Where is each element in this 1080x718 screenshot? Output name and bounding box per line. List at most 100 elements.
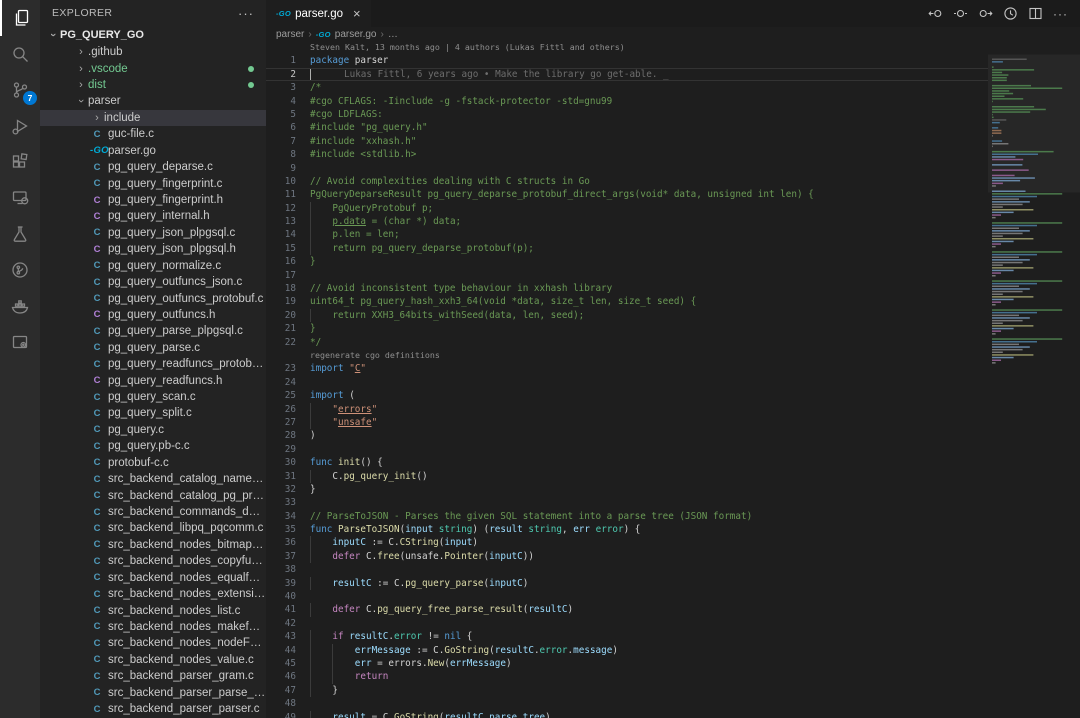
code-line-49[interactable]: 49 result = C.GoString(resultC.parse_tre…: [266, 711, 988, 718]
next-change-icon[interactable]: [978, 6, 993, 21]
codelens[interactable]: Steven Kalt, 13 months ago | 4 authors (…: [266, 41, 988, 54]
tree-item-protobuf-c-c[interactable]: Cprotobuf-c.c: [40, 455, 266, 471]
code-line-10[interactable]: 10// Avoid complexities dealing with C s…: [266, 175, 988, 188]
tree-item--github[interactable]: ›.github: [40, 44, 266, 60]
code-line-32[interactable]: 32}: [266, 483, 988, 496]
tree-item-parser-go[interactable]: -GOparser.go: [40, 143, 266, 159]
minimap[interactable]: [988, 41, 1080, 718]
tree-item--vscode[interactable]: ›.vscode: [40, 60, 266, 76]
remote-explorer-icon[interactable]: [0, 180, 40, 216]
code-line-47[interactable]: 47 }: [266, 684, 988, 697]
code-line-3[interactable]: 3/*: [266, 81, 988, 94]
tree-item-pg-query-pb-c-c[interactable]: Cpg_query.pb-c.c: [40, 438, 266, 454]
code-line-29[interactable]: 29: [266, 443, 988, 456]
code-line-28[interactable]: 28): [266, 429, 988, 442]
tree-item-pg-query-parse-c[interactable]: Cpg_query_parse.c: [40, 340, 266, 356]
source-control-icon[interactable]: 7: [0, 72, 40, 108]
code-line-19[interactable]: 19uint64_t pg_query_hash_xxh3_64(void *d…: [266, 295, 988, 308]
tree-item-src-backend-catalog-namespace-c[interactable]: Csrc_backend_catalog_namespace.c: [40, 471, 266, 487]
breadcrumb-folder[interactable]: parser: [276, 29, 304, 40]
tree-item-src-backend-nodes-list-c[interactable]: Csrc_backend_nodes_list.c: [40, 602, 266, 618]
tree-item-pg-query-outfuncs-h[interactable]: Cpg_query_outfuncs.h: [40, 307, 266, 323]
code-line-26[interactable]: 26 "errors": [266, 403, 988, 416]
gitlens-icon[interactable]: [0, 252, 40, 288]
code-line-34[interactable]: 34// ParseToJSON - Parses the given SQL …: [266, 510, 988, 523]
code-line-4[interactable]: 4#cgo CFLAGS: -Iinclude -g -fstack-prote…: [266, 95, 988, 108]
code-line-5[interactable]: 5#cgo LDFLAGS:: [266, 108, 988, 121]
search-icon[interactable]: [0, 36, 40, 72]
tree-item-pg-query-outfuncs-json-c[interactable]: Cpg_query_outfuncs_json.c: [40, 274, 266, 290]
code-line-45[interactable]: 45 err = errors.New(errMessage): [266, 657, 988, 670]
tree-item-src-backend-nodes-bitmapset-c[interactable]: Csrc_backend_nodes_bitmapset.c: [40, 537, 266, 553]
tree-item-src-backend-nodes-copyfuncs-c[interactable]: Csrc_backend_nodes_copyfuncs.c: [40, 553, 266, 569]
tree-item-pg-query-outfuncs-protobuf-c[interactable]: Cpg_query_outfuncs_protobuf.c: [40, 290, 266, 306]
code-line-22[interactable]: 22*/: [266, 336, 988, 349]
tree-item-src-backend-parser-parser-c[interactable]: Csrc_backend_parser_parser.c: [40, 701, 266, 717]
tree-item-pg-query-readfuncs-protobuf-c[interactable]: Cpg_query_readfuncs_protobuf.c: [40, 356, 266, 372]
code-line-21[interactable]: 21}: [266, 322, 988, 335]
code-line-46[interactable]: 46 return: [266, 670, 988, 683]
tree-item-src-backend-nodes-extensible-c[interactable]: Csrc_backend_nodes_extensible.c: [40, 586, 266, 602]
tree-item-guc-file-c[interactable]: Cguc-file.c: [40, 126, 266, 142]
tree-item-pg-query-deparse-c[interactable]: Cpg_query_deparse.c: [40, 159, 266, 175]
close-tab-icon[interactable]: ×: [353, 6, 361, 21]
tree-item-pg-query-fingerprint-c[interactable]: Cpg_query_fingerprint.c: [40, 175, 266, 191]
tree-item-include[interactable]: ›include: [40, 110, 266, 126]
tree-item-dist[interactable]: ›dist: [40, 77, 266, 93]
code-line-6[interactable]: 6#include "pg_query.h": [266, 121, 988, 134]
tree-item-pg-query-c[interactable]: Cpg_query.c: [40, 422, 266, 438]
tree-item-pg-query-split-c[interactable]: Cpg_query_split.c: [40, 405, 266, 421]
code-line-17[interactable]: 17: [266, 269, 988, 282]
tree-item-pg-query-json-plpgsql-c[interactable]: Cpg_query_json_plpgsql.c: [40, 225, 266, 241]
breadcrumb-file[interactable]: parser.go: [335, 29, 377, 40]
tree-root-pg-query-go[interactable]: › PG_QUERY_GO: [40, 26, 266, 44]
code-line-38[interactable]: 38: [266, 563, 988, 576]
file-history-icon[interactable]: [1003, 6, 1018, 21]
code-line-25[interactable]: 25import (: [266, 389, 988, 402]
code-line-11[interactable]: 11PgQueryDeparseResult pg_query_deparse_…: [266, 188, 988, 201]
code-line-37[interactable]: 37 defer C.free(unsafe.Pointer(inputC)): [266, 550, 988, 563]
extensions-icon[interactable]: [0, 144, 40, 180]
code-line-13[interactable]: 13 p.data = (char *) data;: [266, 215, 988, 228]
code-line-20[interactable]: 20 return XXH3_64bits_withSeed(data, len…: [266, 309, 988, 322]
tree-item-src-backend-parser-parse-expr-c[interactable]: Csrc_backend_parser_parse_expr.c: [40, 684, 266, 700]
split-editor-icon[interactable]: [1028, 6, 1043, 21]
tree-item-src-backend-catalog-pg-proc-c[interactable]: Csrc_backend_catalog_pg_proc.c: [40, 487, 266, 503]
code-line-9[interactable]: 9: [266, 162, 988, 175]
tree-item-src-backend-nodes-nodefuncs-c[interactable]: Csrc_backend_nodes_nodeFuncs.c: [40, 635, 266, 651]
previous-change-icon[interactable]: [928, 6, 943, 21]
explorer-icon[interactable]: [0, 0, 40, 36]
more-actions-icon[interactable]: ···: [1053, 7, 1068, 21]
code-line-44[interactable]: 44 errMessage := C.GoString(resultC.erro…: [266, 644, 988, 657]
code-line-30[interactable]: 30func init() {: [266, 456, 988, 469]
tree-item-pg-query-parse-plpgsql-c[interactable]: Cpg_query_parse_plpgsql.c: [40, 323, 266, 339]
tree-item-pg-query-fingerprint-h[interactable]: Cpg_query_fingerprint.h: [40, 192, 266, 208]
code-line-14[interactable]: 14 p.len = len;: [266, 228, 988, 241]
code-line-23[interactable]: 23import "C": [266, 362, 988, 375]
code-line-31[interactable]: 31 C.pg_query_init(): [266, 470, 988, 483]
code-line-27[interactable]: 27 "unsafe": [266, 416, 988, 429]
code-line-2[interactable]: 2Lukas Fittl, 6 years ago • Make the lib…: [266, 68, 988, 81]
code-line-42[interactable]: 42: [266, 617, 988, 630]
tree-item-src-backend-libpq-pqcomm-c[interactable]: Csrc_backend_libpq_pqcomm.c: [40, 520, 266, 536]
codelens[interactable]: regenerate cgo definitions: [266, 349, 988, 362]
code-line-7[interactable]: 7#include "xxhash.h": [266, 135, 988, 148]
dev-containers-icon[interactable]: [0, 324, 40, 360]
tree-item-pg-query-readfuncs-h[interactable]: Cpg_query_readfuncs.h: [40, 372, 266, 388]
run-and-debug-icon[interactable]: [0, 108, 40, 144]
tree-item-pg-query-scan-c[interactable]: Cpg_query_scan.c: [40, 389, 266, 405]
tree-item-pg-query-normalize-c[interactable]: Cpg_query_normalize.c: [40, 257, 266, 273]
code-line-40[interactable]: 40: [266, 590, 988, 603]
code-line-1[interactable]: 1package parser: [266, 54, 988, 67]
tree-item-src-backend-commands-define-c[interactable]: Csrc_backend_commands_define.c: [40, 504, 266, 520]
tree-item-src-backend-nodes-equalfuncs-c[interactable]: Csrc_backend_nodes_equalfuncs.c: [40, 570, 266, 586]
code-line-36[interactable]: 36 inputC := C.CString(input): [266, 536, 988, 549]
docker-icon[interactable]: [0, 288, 40, 324]
code-line-43[interactable]: 43 if resultC.error != nil {: [266, 630, 988, 643]
tree-item-pg-query-internal-h[interactable]: Cpg_query_internal.h: [40, 208, 266, 224]
code-line-41[interactable]: 41 defer C.pg_query_free_parse_result(re…: [266, 603, 988, 616]
code-line-48[interactable]: 48: [266, 697, 988, 710]
tree-item-src-backend-nodes-makefuncs-c[interactable]: Csrc_backend_nodes_makefuncs.c: [40, 619, 266, 635]
tree-item-src-backend-nodes-value-c[interactable]: Csrc_backend_nodes_value.c: [40, 652, 266, 668]
code-line-12[interactable]: 12 PgQueryProtobuf p;: [266, 202, 988, 215]
